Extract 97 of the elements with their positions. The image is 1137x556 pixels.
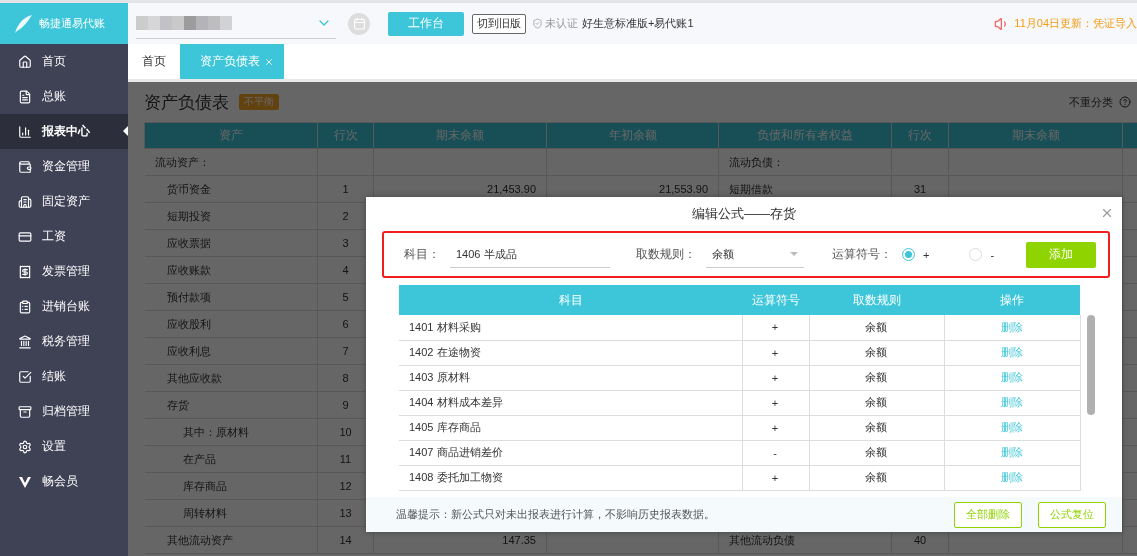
table-cell: 1407 商品进销差价 [399, 440, 742, 465]
field-label: 取数规则： [636, 246, 696, 263]
v-icon [18, 474, 32, 489]
table-cell: 其他流动资产 [144, 526, 318, 554]
table-cell: 1408 委托加工物资 [399, 465, 742, 490]
menu-icon [18, 334, 32, 349]
reclassify-label: 不重分类 [1069, 94, 1113, 110]
sidebar-item[interactable]: 畅会员 [0, 464, 128, 499]
table-cell: 余额 [809, 465, 944, 490]
menu-icon [18, 124, 32, 139]
column-header: 行次 [317, 122, 374, 149]
subject-field[interactable]: 1406 半成品 [450, 241, 610, 268]
table-cell: 余额 [809, 365, 944, 390]
menu-icon [18, 229, 32, 244]
table-cell: 应收账款 [144, 256, 318, 284]
sidebar-item[interactable]: 工资 [0, 219, 128, 254]
help-icon[interactable] [1119, 96, 1131, 108]
sidebar-item[interactable]: 总账 [0, 79, 128, 114]
table-cell: 余额 [809, 315, 944, 340]
table-cell: + [742, 390, 809, 415]
menu-icon [18, 194, 32, 209]
table-cell: + [742, 315, 809, 340]
table-cell: + [742, 365, 809, 390]
table-cell: + [742, 465, 809, 490]
table-cell: 其中：原材料 [144, 418, 318, 446]
column-header: 操作 [944, 285, 1080, 315]
sidebar-item[interactable]: 报表中心 [0, 114, 128, 149]
menu-icon [18, 369, 32, 384]
table-cell: 货币资金 [144, 175, 318, 203]
column-header: 科目 [399, 285, 742, 315]
table-cell: + [742, 415, 809, 440]
sidebar-item[interactable]: 归档管理 [0, 394, 128, 429]
table-cell: 库存商品 [144, 472, 318, 500]
scrollbar[interactable] [1087, 315, 1095, 415]
table-cell: - [742, 440, 809, 465]
sidebar-item[interactable]: 资金管理 [0, 149, 128, 184]
table-cell: + [742, 340, 809, 365]
column-header: 年初余额 [546, 122, 719, 149]
menu-icon [18, 299, 32, 314]
column-header: 期末余额 [373, 122, 547, 149]
old-version-button[interactable]: 切到旧版 [472, 13, 526, 34]
brand-name: 畅捷通易代账 [39, 16, 105, 31]
table-cell: 其他应收款 [144, 364, 318, 392]
sidebar-item[interactable]: 结账 [0, 359, 128, 394]
field-label: 科目： [404, 246, 440, 263]
menu-icon [18, 439, 32, 454]
sidebar-item[interactable]: 设置 [0, 429, 128, 464]
table-cell: 1404 材料成本差异 [399, 390, 742, 415]
table-cell: 1405 库存商品 [399, 415, 742, 440]
calendar-icon[interactable] [348, 12, 370, 35]
table-cell: 流动资产： [144, 148, 318, 176]
radio-label: + [923, 248, 930, 261]
table-cell: 应收股利 [144, 310, 318, 338]
table-cell: 在产品 [144, 445, 318, 473]
sidebar-item[interactable]: 税务管理 [0, 324, 128, 359]
column-header: 行次 [891, 122, 949, 149]
table-cell: 1401 材料采购 [399, 315, 742, 340]
table-cell: 预付款项 [144, 283, 318, 311]
sidebar-item[interactable]: 固定资产 [0, 184, 128, 219]
table-cell: 1402 在途物资 [399, 340, 742, 365]
sidebar-item[interactable]: 首页 [0, 44, 128, 79]
table-cell: 流动负债： [718, 148, 892, 176]
column-header: 运算符号 [742, 285, 809, 315]
column-header: 取数规则 [809, 285, 944, 315]
menu-icon [18, 89, 32, 104]
menu-icon [18, 264, 32, 279]
dialog-title: 编辑公式——存货 [692, 205, 796, 223]
table-cell: 余额 [809, 440, 944, 465]
table-cell: 1403 原材料 [399, 365, 742, 390]
table-cell: 存货 [144, 391, 318, 419]
table-cell: 应收票据 [144, 229, 318, 257]
close-icon[interactable] [1100, 206, 1114, 220]
table-cell: 余额 [809, 340, 944, 365]
table-cell: 余额 [809, 415, 944, 440]
table-cell: 短期投资 [144, 202, 318, 230]
table-cell: 余额 [809, 390, 944, 415]
sidebar-item[interactable]: 发票管理 [0, 254, 128, 289]
table-cell: 应收利息 [144, 337, 318, 365]
cert-status: 未认证 [545, 16, 578, 31]
close-icon[interactable] [264, 56, 274, 67]
status-badge: 不平衡 [239, 94, 279, 110]
edition-label: 好生意标准版+易代账1 [582, 16, 694, 31]
menu-icon [18, 159, 32, 174]
rule-select[interactable]: 余额 [706, 241, 804, 268]
sidebar-item[interactable]: 进销台账 [0, 289, 128, 324]
hint-text: 温馨提示：新公式只对未出报表进行计算，不影响历史报表数据。 [396, 507, 715, 522]
shield-icon [532, 18, 543, 29]
column-header: 负债和所有者权益 [718, 122, 892, 149]
menu-icon [18, 404, 32, 419]
radio-label: - [990, 248, 995, 261]
page-title: 资产负债表 [144, 91, 229, 114]
feather-logo-icon [12, 12, 34, 35]
column-header: 资产 [144, 122, 318, 149]
field-label: 运算符号： [832, 246, 892, 263]
table-cell: 周转材料 [144, 499, 318, 527]
menu-icon [18, 54, 32, 69]
column-header: 期末余额 [948, 122, 1123, 149]
